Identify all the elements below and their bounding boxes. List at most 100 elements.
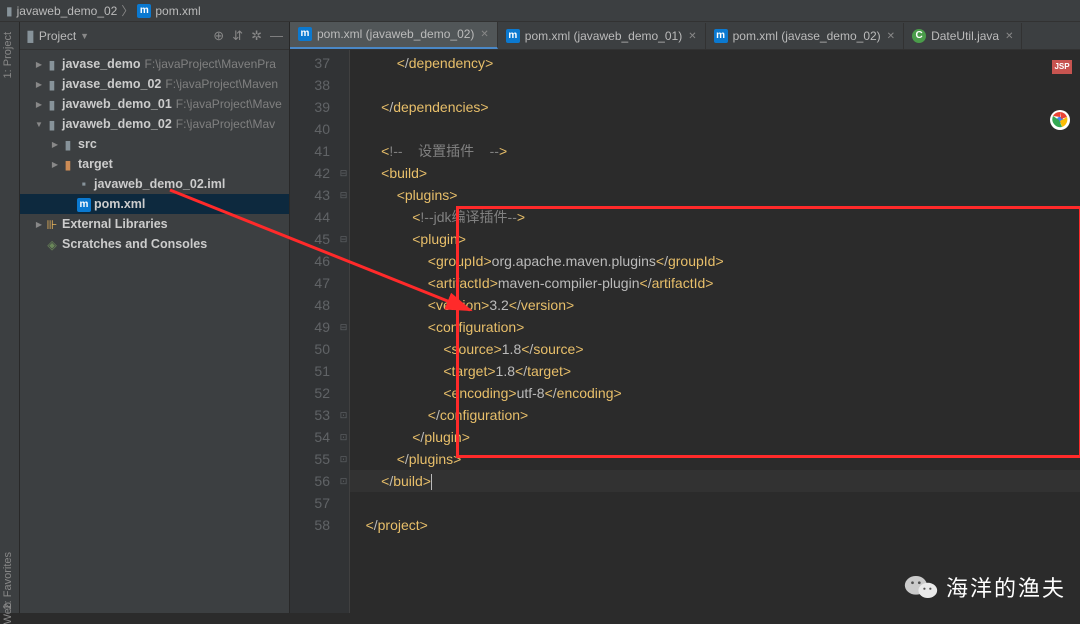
tree-row-external-libraries[interactable]: ▶⊪External Libraries bbox=[20, 214, 289, 234]
tree-arrow[interactable]: ▶ bbox=[34, 220, 44, 229]
tree-label: Scratches and Consoles bbox=[62, 237, 207, 251]
tree-arrow[interactable]: ▶ bbox=[34, 60, 44, 69]
maven-icon: m bbox=[506, 29, 520, 43]
tree-arrow[interactable]: ▼ bbox=[34, 120, 44, 129]
code-line-49[interactable]: <configuration> bbox=[350, 316, 1080, 338]
code-line-41[interactable]: <!-- 设置插件 --> bbox=[350, 140, 1080, 162]
code-line-45[interactable]: <plugin> bbox=[350, 228, 1080, 250]
tree-row-target[interactable]: ▶▮target bbox=[20, 154, 289, 174]
tab-pom-xml--javaweb-demo-02-[interactable]: m pom.xml (javaweb_demo_02) ✕ bbox=[290, 22, 498, 49]
tree-label: target bbox=[78, 157, 113, 171]
code-editor[interactable]: 3738394041424344454647484950515253545556… bbox=[290, 50, 1080, 613]
tree-row-pom-xml[interactable]: mpom.xml bbox=[20, 194, 289, 214]
folder-icon: ▮ bbox=[60, 157, 76, 172]
fold-gutter[interactable]: ⊟⊟⊟⊟⊡⊡⊡⊡ bbox=[338, 50, 350, 613]
close-icon[interactable]: ✕ bbox=[1005, 31, 1013, 42]
tab-dateutil-java[interactable]: CDateUtil.java✕ bbox=[904, 23, 1022, 49]
code-line-43[interactable]: <plugins> bbox=[350, 184, 1080, 206]
code-line-38[interactable] bbox=[350, 74, 1080, 96]
project-panel-header: ▮ Project ▼ ⊕ ⇵ ✲ — bbox=[20, 22, 289, 50]
project-panel-title[interactable]: Project bbox=[39, 29, 76, 43]
close-icon[interactable]: ✕ bbox=[688, 31, 696, 42]
code-line-47[interactable]: <artifactId>maven-compiler-plugin</artif… bbox=[350, 272, 1080, 294]
code-line-40[interactable] bbox=[350, 118, 1080, 140]
folder-icon: ▮ bbox=[44, 117, 60, 132]
code-line-58[interactable]: </project> bbox=[350, 514, 1080, 536]
code-content[interactable]: </dependency> </dependencies> <!-- 设置插件 … bbox=[350, 50, 1080, 613]
tab-label: DateUtil.java bbox=[931, 29, 999, 43]
tree-arrow[interactable]: ▶ bbox=[50, 140, 60, 149]
tree-row-javaweb-demo-02-iml[interactable]: ▪javaweb_demo_02.iml bbox=[20, 174, 289, 194]
folder-icon: ▮ bbox=[44, 57, 60, 72]
breadcrumb-project[interactable]: javaweb_demo_02 bbox=[17, 4, 118, 18]
code-line-42[interactable]: <build> bbox=[350, 162, 1080, 184]
wechat-icon bbox=[904, 573, 938, 601]
tree-arrow[interactable]: ▶ bbox=[50, 160, 60, 169]
tree-row-javase-demo[interactable]: ▶▮javase_demo F:\javaProject\MavenPra bbox=[20, 54, 289, 74]
tree-row-javase-demo-02[interactable]: ▶▮javase_demo_02F:\javaProject\Maven bbox=[20, 74, 289, 94]
maven-icon: m bbox=[77, 198, 91, 212]
editor-tabs: mpom.xml (javaweb_demo_02)✕mpom.xml (jav… bbox=[290, 22, 1080, 50]
tree-label: src bbox=[78, 137, 97, 151]
tab-pom-xml--javaweb-demo-01-[interactable]: mpom.xml (javaweb_demo_01)✕ bbox=[498, 23, 706, 49]
locate-icon[interactable]: ⊕ bbox=[213, 28, 224, 44]
file-icon: ▪ bbox=[76, 177, 92, 191]
tab-label: pom.xml (javaweb_demo_02) bbox=[317, 27, 474, 41]
tree-row-javaweb-demo-01[interactable]: ▶▮javaweb_demo_01F:\javaProject\Mave bbox=[20, 94, 289, 114]
folder-icon: ▮ bbox=[60, 137, 76, 152]
tab-pom-xml--javase-demo-02-[interactable]: mpom.xml (javase_demo_02)✕ bbox=[706, 23, 904, 49]
hide-icon[interactable]: — bbox=[270, 28, 283, 44]
code-line-53[interactable]: </configuration> bbox=[350, 404, 1080, 426]
left-tool-strip: 1: Project 2: Favorites Web bbox=[0, 22, 20, 613]
tree-label: External Libraries bbox=[62, 217, 168, 231]
code-line-48[interactable]: <version>3.2</version> bbox=[350, 294, 1080, 316]
project-tree[interactable]: ▶▮javase_demoF:\javaProject\MavenPra▶▮ja… bbox=[20, 50, 289, 258]
project-tool-button[interactable]: 1: Project bbox=[2, 32, 14, 78]
tree-arrow[interactable]: ▶ bbox=[34, 100, 44, 109]
tree-path: F:\javaProject\Mave bbox=[176, 97, 282, 111]
tree-row-scratches-and-consoles[interactable]: ◈Scratches and Consoles bbox=[20, 234, 289, 254]
code-line-54[interactable]: </plugin> bbox=[350, 426, 1080, 448]
settings-icon[interactable]: ✲ bbox=[251, 28, 262, 44]
favorites-tool-button[interactable]: 2: Favorites bbox=[2, 552, 14, 609]
code-line-39[interactable]: </dependencies> bbox=[350, 96, 1080, 118]
tree-label: javaweb_demo_02 bbox=[62, 117, 172, 131]
code-line-51[interactable]: <target>1.8</target> bbox=[350, 360, 1080, 382]
tree-label: javase_demo bbox=[62, 57, 141, 71]
library-icon: ⊪ bbox=[44, 217, 60, 232]
close-icon[interactable]: ✕ bbox=[480, 29, 488, 40]
code-line-37[interactable]: </dependency> bbox=[350, 52, 1080, 74]
code-line-57[interactable] bbox=[350, 492, 1080, 514]
tree-arrow[interactable]: ▶ bbox=[34, 80, 44, 89]
scratch-icon: ◈ bbox=[44, 237, 60, 252]
tree-path: F:\javaProject\MavenPra bbox=[145, 57, 276, 71]
folder-icon: ▮ bbox=[44, 97, 60, 112]
tree-row-javaweb-demo-02[interactable]: ▼▮javaweb_demo_02 F:\javaProject\Mav bbox=[20, 114, 289, 134]
code-line-50[interactable]: <source>1.8</source> bbox=[350, 338, 1080, 360]
tree-label: pom.xml bbox=[94, 197, 145, 211]
watermark-text: 海洋的渔夫 bbox=[946, 571, 1066, 603]
breadcrumb: ▮ javaweb_demo_02 〉 m pom.xml bbox=[0, 0, 1080, 22]
close-icon[interactable]: ✕ bbox=[887, 31, 895, 42]
collapse-icon[interactable]: ⇵ bbox=[232, 28, 243, 44]
code-line-46[interactable]: <groupId>org.apache.maven.plugins</group… bbox=[350, 250, 1080, 272]
tree-path: F:\javaProject\Mav bbox=[176, 117, 275, 131]
tree-row-src[interactable]: ▶▮src bbox=[20, 134, 289, 154]
chevron-down-icon[interactable]: ▼ bbox=[80, 31, 89, 41]
code-line-55[interactable]: </plugins> bbox=[350, 448, 1080, 470]
breadcrumb-file[interactable]: pom.xml bbox=[155, 4, 200, 18]
maven-icon: m bbox=[137, 4, 151, 18]
code-line-44[interactable]: <!--jdk编译插件--> bbox=[350, 206, 1080, 228]
breadcrumb-sep: 〉 bbox=[121, 2, 133, 19]
code-line-52[interactable]: <encoding>utf-8</encoding> bbox=[350, 382, 1080, 404]
code-line-56[interactable]: </build> bbox=[350, 470, 1080, 492]
tree-label: javase_demo_02 bbox=[62, 77, 161, 91]
maven-icon: m bbox=[714, 29, 728, 43]
web-tool-button[interactable]: Web bbox=[2, 602, 14, 624]
chrome-icon[interactable] bbox=[1050, 110, 1070, 130]
project-icon: ▮ bbox=[26, 26, 35, 46]
editor-area: mpom.xml (javaweb_demo_02)✕mpom.xml (jav… bbox=[290, 22, 1080, 613]
tree-path: F:\javaProject\Maven bbox=[165, 77, 278, 91]
maven-icon: m bbox=[298, 27, 312, 41]
watermark: 海洋的渔夫 bbox=[904, 571, 1066, 603]
